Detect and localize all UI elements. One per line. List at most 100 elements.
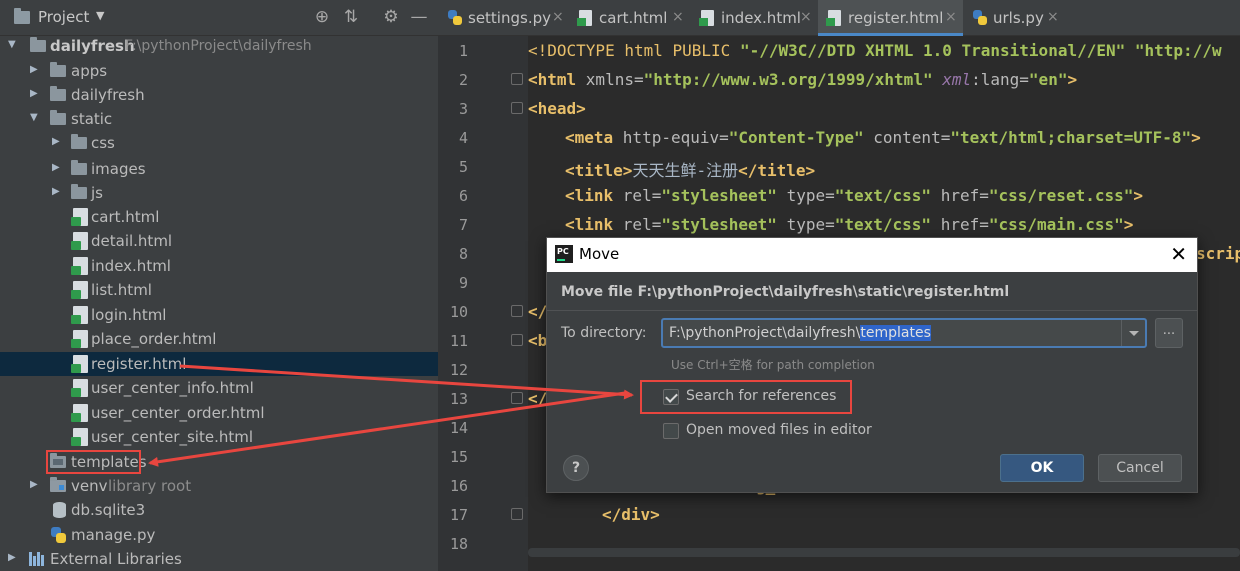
html-file-icon bbox=[71, 257, 88, 275]
library-folder-icon bbox=[50, 477, 66, 492]
chevron-down-icon[interactable]: ▼ bbox=[96, 9, 104, 22]
dialog-description: Move file F:\pythonProject\dailyfresh\st… bbox=[561, 284, 1010, 300]
collapsed-arrow-icon[interactable]: ▶ bbox=[30, 88, 38, 99]
ok-button[interactable]: OK bbox=[1000, 454, 1084, 482]
code-line[interactable]: <b bbox=[528, 331, 547, 350]
collapsed-arrow-icon[interactable]: ▶ bbox=[8, 552, 16, 563]
python-file-icon bbox=[51, 527, 66, 543]
tree-item-file[interactable]: place_order.html bbox=[0, 327, 438, 351]
expanded-arrow-icon[interactable]: ▼ bbox=[8, 39, 16, 50]
cancel-button[interactable]: Cancel bbox=[1098, 454, 1182, 482]
tree-item-label: apps bbox=[71, 62, 108, 80]
tree-item-label: login.html bbox=[91, 306, 167, 324]
tree-item-external-libraries[interactable]: ▶ External Libraries bbox=[0, 547, 438, 571]
close-icon[interactable]: × bbox=[800, 9, 812, 25]
dropdown-arrow-icon[interactable] bbox=[1121, 320, 1145, 346]
code-line[interactable]: <!DOCTYPE html PUBLIC "-//W3C//DTD XHTML… bbox=[528, 41, 1222, 60]
open-moved-files-label[interactable]: Open moved files in editor bbox=[686, 422, 872, 438]
line-number: 9 bbox=[458, 274, 468, 292]
collapse-all-icon[interactable]: ⇅ bbox=[340, 6, 362, 28]
tree-item-label: register.html bbox=[91, 355, 187, 373]
fold-marker[interactable] bbox=[511, 508, 523, 520]
dialog-titlebar[interactable]: Move ✕ bbox=[547, 238, 1197, 272]
html-file-icon bbox=[71, 355, 88, 373]
tree-item-css[interactable]: ▶ css bbox=[0, 131, 438, 155]
code-line[interactable]: </ bbox=[528, 389, 547, 408]
collapsed-arrow-icon[interactable]: ▶ bbox=[52, 162, 60, 173]
line-number: 5 bbox=[458, 158, 468, 176]
tree-item-file[interactable]: list.html bbox=[0, 278, 438, 302]
open-moved-files-checkbox[interactable] bbox=[663, 423, 679, 439]
code-line[interactable]: <title>天天生鲜-注册</title> bbox=[565, 157, 815, 181]
tree-item-js[interactable]: ▶ js bbox=[0, 181, 438, 205]
line-number: 10 bbox=[449, 303, 468, 321]
tree-item-static[interactable]: ▼ static bbox=[0, 107, 438, 131]
fold-marker[interactable] bbox=[511, 392, 523, 404]
tree-item-db[interactable]: db.sqlite3 bbox=[0, 498, 438, 522]
code-line[interactable]: </ bbox=[528, 302, 547, 321]
tab-cart-html[interactable]: cart.html × bbox=[569, 0, 691, 36]
tree-item-label: index.html bbox=[91, 257, 171, 275]
close-icon[interactable]: × bbox=[552, 9, 564, 25]
code-line[interactable]: <link rel="stylesheet" type="text/css" h… bbox=[565, 186, 1143, 205]
line-number: 13 bbox=[449, 390, 468, 408]
html-file-icon bbox=[826, 10, 841, 26]
code-line[interactable]: <meta http-equiv="Content-Type" content=… bbox=[565, 128, 1201, 147]
horizontal-scrollbar[interactable] bbox=[528, 548, 1240, 557]
directory-input[interactable]: F:\pythonProject\dailyfresh\templates bbox=[669, 325, 931, 341]
close-icon[interactable]: × bbox=[672, 9, 684, 25]
tree-item-file[interactable]: user_center_order.html bbox=[0, 401, 438, 425]
tree-item-apps[interactable]: ▶ apps bbox=[0, 59, 438, 83]
fold-marker[interactable] bbox=[511, 305, 523, 317]
code-line[interactable]: <link rel="stylesheet" type="text/css" h… bbox=[565, 215, 1133, 234]
close-icon[interactable]: ✕ bbox=[1170, 242, 1187, 266]
move-dialog: Move ✕ Move file F:\pythonProject\dailyf… bbox=[546, 237, 1198, 493]
tree-item-file-selected[interactable]: register.html bbox=[0, 352, 438, 376]
tree-item-label: dailyfresh bbox=[50, 37, 135, 55]
hide-panel-icon[interactable]: — bbox=[408, 6, 430, 28]
code-line[interactable]: scrip bbox=[1196, 244, 1240, 263]
fold-marker[interactable] bbox=[511, 102, 523, 114]
collapsed-arrow-icon[interactable]: ▶ bbox=[30, 479, 38, 490]
tab-urls-py[interactable]: urls.py × bbox=[963, 0, 1068, 36]
html-file-icon bbox=[577, 10, 592, 26]
code-line[interactable]: </div> bbox=[602, 505, 660, 524]
path-completion-hint: Use Ctrl+空格 for path completion bbox=[671, 358, 875, 372]
tree-item-file[interactable]: index.html bbox=[0, 254, 438, 278]
tree-item-venv[interactable]: ▶ venv library root bbox=[0, 474, 438, 498]
tree-item-manage[interactable]: manage.py bbox=[0, 523, 438, 547]
tree-item-images[interactable]: ▶ images bbox=[0, 157, 438, 181]
project-view-selector[interactable]: Project bbox=[38, 8, 89, 26]
tree-item-dailyfresh-package[interactable]: ▶ dailyfresh bbox=[0, 83, 438, 107]
tree-item-file[interactable]: user_center_info.html bbox=[0, 376, 438, 400]
browse-button[interactable]: ... bbox=[1155, 318, 1183, 348]
tree-item-file[interactable]: cart.html bbox=[0, 205, 438, 229]
project-panel: Project ▼ ⊕ ⇅ ⚙ — ▼ dailyfresh F:\python… bbox=[0, 0, 438, 571]
close-icon[interactable]: × bbox=[945, 9, 957, 25]
tree-item-file[interactable]: user_center_site.html bbox=[0, 425, 438, 449]
tree-item-label: place_order.html bbox=[91, 330, 217, 348]
expanded-arrow-icon[interactable]: ▼ bbox=[30, 112, 38, 123]
collapsed-arrow-icon[interactable]: ▶ bbox=[52, 186, 60, 197]
tree-item-root[interactable]: ▼ dailyfresh F:\pythonProject\dailyfresh bbox=[0, 34, 438, 58]
tab-index-html[interactable]: index.html × bbox=[691, 0, 818, 36]
help-button[interactable]: ? bbox=[563, 455, 589, 481]
code-line[interactable]: <head> bbox=[528, 99, 586, 118]
locate-file-icon[interactable]: ⊕ bbox=[311, 6, 333, 28]
tab-settings-py[interactable]: settings.py × bbox=[438, 0, 569, 36]
collapsed-arrow-icon[interactable]: ▶ bbox=[30, 64, 38, 75]
annotation-box-templates bbox=[46, 450, 141, 474]
tree-item-label: user_center_info.html bbox=[91, 379, 254, 397]
tree-item-label: user_center_site.html bbox=[91, 428, 254, 446]
code-line[interactable]: <html xmlns="http://www.w3.org/1999/xhtm… bbox=[528, 70, 1077, 89]
fold-marker[interactable] bbox=[511, 334, 523, 346]
tree-item-file[interactable]: detail.html bbox=[0, 229, 438, 253]
tree-item-file[interactable]: login.html bbox=[0, 303, 438, 327]
gear-icon[interactable]: ⚙ bbox=[380, 6, 402, 28]
collapsed-arrow-icon[interactable]: ▶ bbox=[52, 136, 60, 147]
directory-combobox[interactable]: F:\pythonProject\dailyfresh\templates bbox=[661, 318, 1147, 348]
fold-marker[interactable] bbox=[511, 73, 523, 85]
tree-item-label: db.sqlite3 bbox=[71, 501, 146, 519]
tab-register-html[interactable]: register.html × bbox=[818, 0, 963, 36]
close-icon[interactable]: × bbox=[1047, 9, 1059, 25]
